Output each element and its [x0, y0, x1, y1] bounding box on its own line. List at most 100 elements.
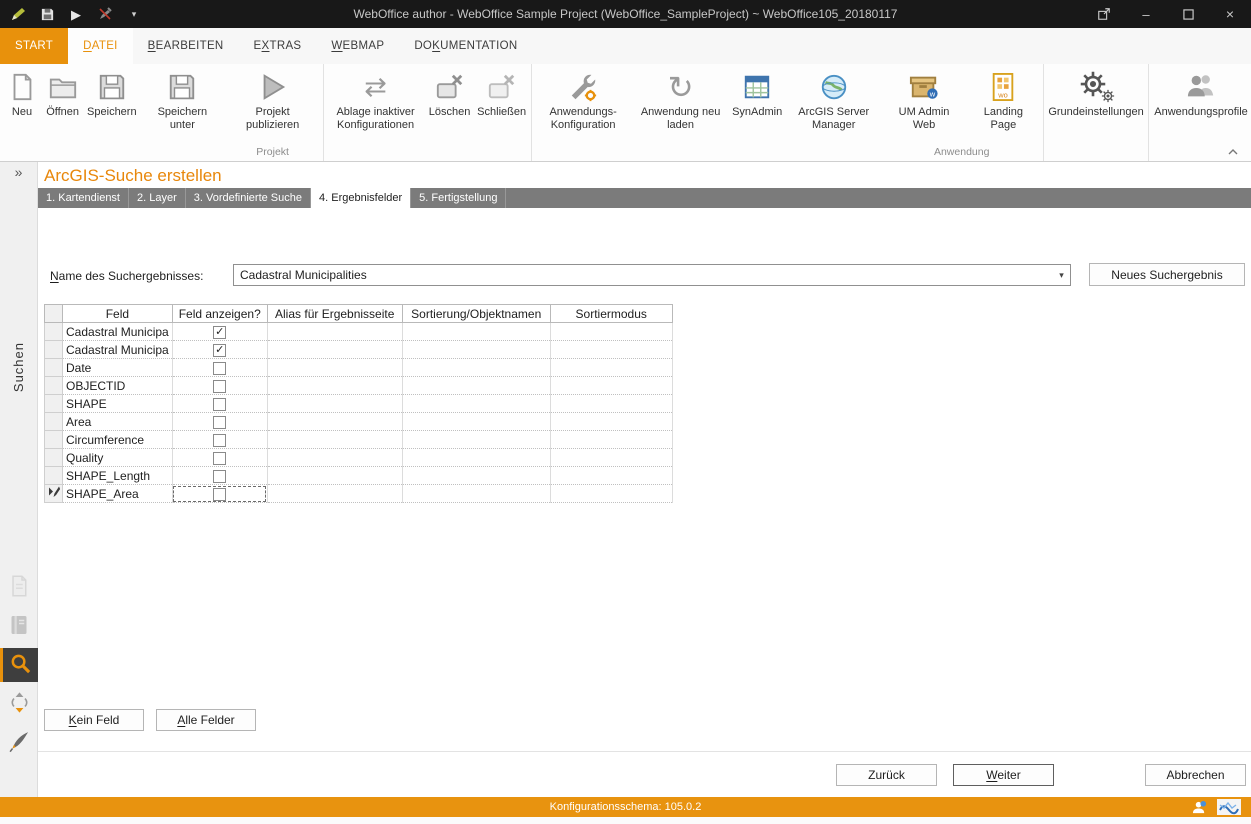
alias-cell[interactable]	[267, 323, 402, 341]
search-result-name-combobox[interactable]: Cadastral Municipalities ▾	[233, 264, 1071, 286]
column-header-alias-für-ergebnisseite[interactable]: Alias für Ergebnisseite	[267, 305, 402, 323]
alias-cell[interactable]	[267, 467, 402, 485]
alias-cell[interactable]	[267, 431, 402, 449]
row-header-cell[interactable]	[45, 359, 63, 377]
sortierung-cell[interactable]	[402, 395, 550, 413]
app-logo-icon[interactable]	[1217, 799, 1241, 815]
weiter-button[interactable]: Weiter	[953, 764, 1054, 786]
tool-search[interactable]	[0, 648, 38, 682]
sortiermodus-cell[interactable]	[550, 359, 672, 377]
alias-cell[interactable]	[267, 377, 402, 395]
maximize-button[interactable]	[1167, 0, 1209, 28]
ribbon-button-speichern[interactable]: Speichern	[83, 64, 140, 119]
sortiermodus-cell[interactable]	[550, 323, 672, 341]
sidebar-expand-button[interactable]: »	[0, 164, 37, 180]
field-visible-checkbox[interactable]: ✓	[213, 344, 226, 357]
field-visible-checkbox[interactable]	[213, 488, 226, 501]
sortierung-cell[interactable]	[402, 359, 550, 377]
sortiermodus-cell[interactable]	[550, 341, 672, 359]
row-header-cell[interactable]	[45, 413, 63, 431]
tool-move[interactable]	[0, 687, 38, 721]
alias-cell[interactable]	[267, 449, 402, 467]
tab-datei[interactable]: DATEI	[68, 28, 133, 64]
sortierung-cell[interactable]	[402, 467, 550, 485]
column-header-sortierung-objektnamen[interactable]: Sortierung/Objektnamen	[402, 305, 550, 323]
table-row[interactable]: Quality	[45, 449, 673, 467]
row-header-cell[interactable]	[45, 449, 63, 467]
edit-icon[interactable]	[9, 5, 27, 23]
sortiermodus-cell[interactable]	[550, 377, 672, 395]
table-row[interactable]: Cadastral Municipa✓	[45, 323, 673, 341]
field-visible-checkbox[interactable]	[213, 434, 226, 447]
step-3-vordefinierte-suche[interactable]: 3. Vordefinierte Suche	[186, 188, 311, 208]
field-visible-checkbox[interactable]	[213, 452, 226, 465]
save-icon[interactable]	[38, 5, 56, 23]
tab-webmap[interactable]: WEBMAP	[316, 28, 399, 64]
column-header-feld[interactable]: Feld	[63, 305, 173, 323]
tab-bearbeiten[interactable]: BEARBEITEN	[133, 28, 239, 64]
ribbon-button-löschen[interactable]: Löschen	[425, 64, 474, 119]
table-row[interactable]: SHAPE_Area	[45, 485, 673, 503]
table-row[interactable]: Circumference	[45, 431, 673, 449]
ribbon-button-landing-page[interactable]: woLanding Page	[966, 64, 1041, 131]
sortierung-cell[interactable]	[402, 377, 550, 395]
field-visible-checkbox[interactable]	[213, 416, 226, 429]
sortierung-cell[interactable]	[402, 323, 550, 341]
ribbon-button-anwendungs-konfiguration[interactable]: Anwendungs-Konfiguration	[534, 64, 631, 131]
ribbon-button-speichern-unter[interactable]: Speichern unter	[140, 64, 224, 131]
alias-cell[interactable]	[267, 359, 402, 377]
sortiermodus-cell[interactable]	[550, 485, 672, 503]
ribbon-button-anwendungsprofile[interactable]: Anwendungsprofile	[1151, 64, 1251, 119]
table-row[interactable]: OBJECTID	[45, 377, 673, 395]
sortierung-cell[interactable]	[402, 431, 550, 449]
ribbon-button-arcgis-server-manager[interactable]: ArcGIS Server Manager	[785, 64, 882, 131]
column-header-sortiermodus[interactable]: Sortiermodus	[550, 305, 672, 323]
sortierung-cell[interactable]	[402, 413, 550, 431]
step-2-layer[interactable]: 2. Layer	[129, 188, 186, 208]
field-visible-checkbox[interactable]	[213, 398, 226, 411]
tab-start[interactable]: START	[0, 28, 68, 64]
field-visible-checkbox[interactable]: ✓	[213, 326, 226, 339]
row-header-cell[interactable]	[45, 395, 63, 413]
minimize-button[interactable]: –	[1125, 0, 1167, 28]
sortiermodus-cell[interactable]	[550, 449, 672, 467]
zurück-button[interactable]: Zurück	[836, 764, 937, 786]
sortierung-cell[interactable]	[402, 485, 550, 503]
row-header-cell[interactable]	[45, 341, 63, 359]
ribbon-button-öffnen[interactable]: Öffnen	[42, 64, 83, 119]
step-5-fertigstellung[interactable]: 5. Fertigstellung	[411, 188, 506, 208]
alias-cell[interactable]	[267, 413, 402, 431]
run-icon[interactable]: ▶	[67, 5, 85, 23]
new-search-result-button[interactable]: Neues Suchergebnis	[1089, 263, 1245, 286]
sortierung-cell[interactable]	[402, 341, 550, 359]
field-visible-checkbox[interactable]	[213, 362, 226, 375]
table-row[interactable]: Cadastral Municipa✓	[45, 341, 673, 359]
column-header-feld-anzeigen[interactable]: Feld anzeigen?	[172, 305, 267, 323]
ribbon-button-synadmin[interactable]: SynAdmin	[729, 64, 785, 119]
tab-extras[interactable]: EXTRAS	[239, 28, 317, 64]
table-row[interactable]: Area	[45, 413, 673, 431]
alle-felder-button[interactable]: Alle Felder	[156, 709, 256, 731]
ribbon-button-grundeinstellungen[interactable]: Grundeinstellungen	[1046, 64, 1146, 119]
chevron-down-icon[interactable]: ▾	[1053, 270, 1070, 281]
abbrechen-button[interactable]: Abbrechen	[1145, 764, 1246, 786]
alias-cell[interactable]	[267, 395, 402, 413]
table-row[interactable]: SHAPE_Length	[45, 467, 673, 485]
collapse-ribbon-button[interactable]	[1225, 146, 1241, 158]
table-row[interactable]: SHAPE	[45, 395, 673, 413]
row-header-cell[interactable]	[45, 323, 63, 341]
sortiermodus-cell[interactable]	[550, 467, 672, 485]
step-4-ergebnisfelder[interactable]: 4. Ergebnisfelder	[311, 188, 411, 208]
field-visible-checkbox[interactable]	[213, 470, 226, 483]
quick-access-menu-icon[interactable]: ▾	[125, 5, 143, 23]
alias-cell[interactable]	[267, 485, 402, 503]
ribbon-button-um-admin-web[interactable]: wUM Admin Web	[882, 64, 965, 131]
close-button[interactable]: ×	[1209, 0, 1251, 28]
row-header-cell[interactable]	[45, 431, 63, 449]
sortiermodus-cell[interactable]	[550, 431, 672, 449]
row-header-cell[interactable]	[45, 377, 63, 395]
stop-edit-icon[interactable]	[96, 5, 114, 23]
user-status-icon[interactable]	[1192, 800, 1207, 815]
popout-button[interactable]	[1083, 0, 1125, 28]
ribbon-button-projekt-publizieren[interactable]: Projekt publizieren	[224, 64, 321, 131]
